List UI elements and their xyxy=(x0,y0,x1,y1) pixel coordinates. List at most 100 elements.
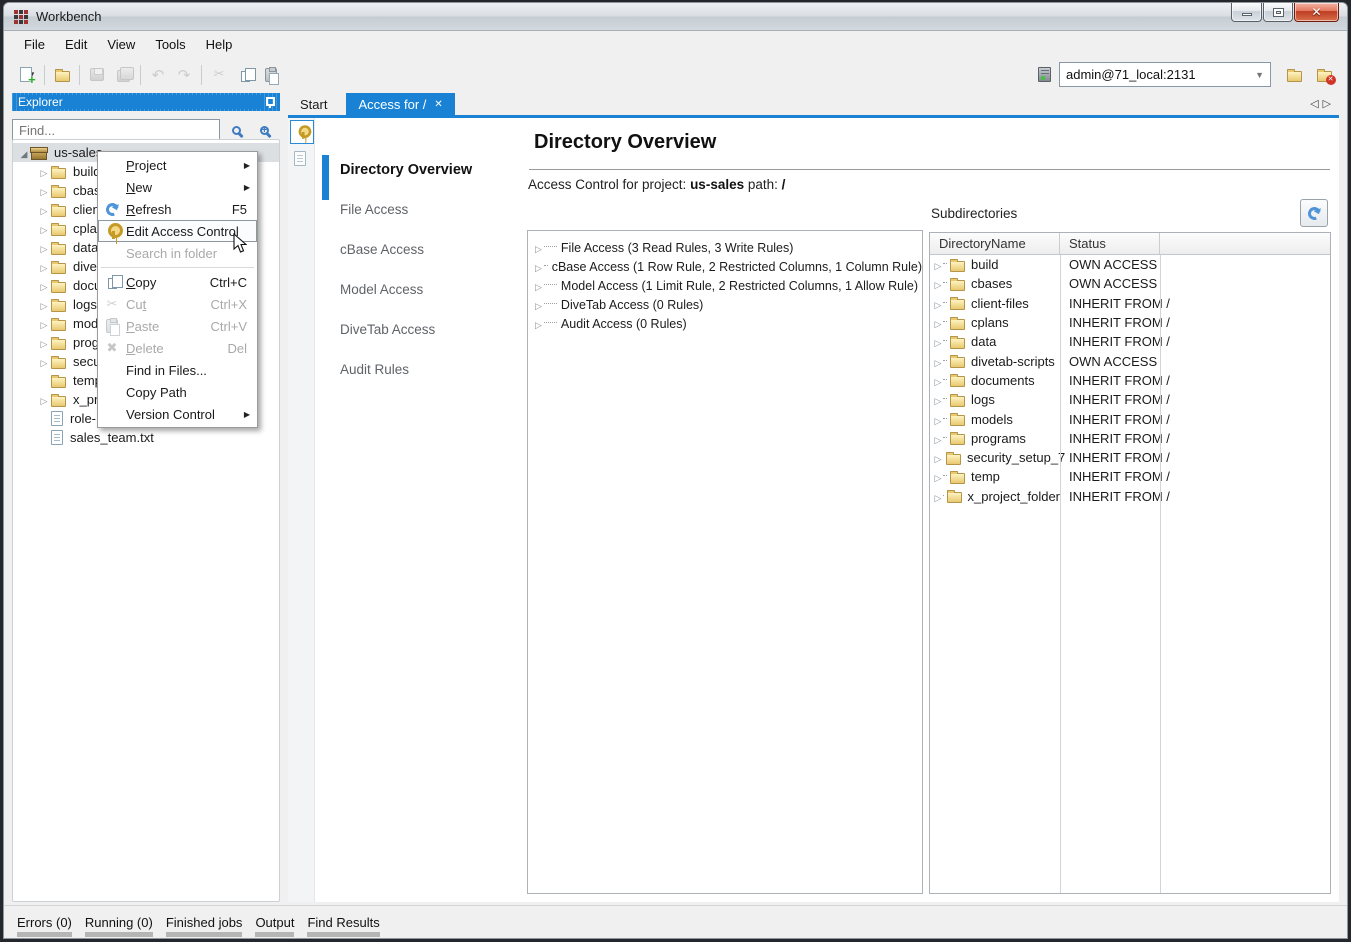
column-header-directoryname[interactable]: DirectoryName xyxy=(930,233,1060,254)
table-row-documents[interactable]: documentsINHERIT FROM / xyxy=(930,371,1330,390)
table-row-data[interactable]: dataINHERIT FROM / xyxy=(930,332,1330,351)
table-row-x-project-folder[interactable]: x_project_folderINHERIT FROM / xyxy=(930,487,1330,506)
expander-collapsed-icon[interactable] xyxy=(37,183,51,198)
expander-collapsed-icon[interactable] xyxy=(37,202,51,217)
expander-collapsed-icon[interactable] xyxy=(933,296,943,311)
expander-collapsed-icon[interactable] xyxy=(535,279,542,293)
expander-collapsed-icon[interactable] xyxy=(933,469,943,484)
expander-collapsed-icon[interactable] xyxy=(37,316,51,331)
expander-collapsed-icon[interactable] xyxy=(535,317,542,331)
table-row-divetab-scripts[interactable]: divetab-scriptsOWN ACCESS xyxy=(930,351,1330,370)
tree-item-sales-team-txt[interactable]: sales_team.txt xyxy=(13,428,279,447)
close-button[interactable]: ✕ xyxy=(1294,3,1339,22)
status-tab-find-results[interactable]: Find Results xyxy=(307,915,379,938)
expander-collapsed-icon[interactable] xyxy=(37,221,51,236)
expander-collapsed-icon[interactable] xyxy=(535,298,542,312)
new-document-icon xyxy=(20,67,32,82)
menu-view[interactable]: View xyxy=(97,34,145,55)
status-tab-output[interactable]: Output xyxy=(255,915,294,938)
nav-item-cbase-access[interactable]: cBase Access xyxy=(340,242,424,257)
status-tab-finished-jobs[interactable]: Finished jobs xyxy=(166,915,243,938)
table-row-programs[interactable]: programsINHERIT FROM / xyxy=(930,429,1330,448)
table-row-build[interactable]: buildOWN ACCESS xyxy=(930,255,1330,274)
table-row-security-setup-7[interactable]: security_setup_7INHERIT FROM / xyxy=(930,448,1330,467)
context-menu-item-find-in-files[interactable]: Find in Files... xyxy=(98,359,257,381)
expander-collapsed-icon[interactable] xyxy=(37,297,51,312)
nav-item-audit-rules[interactable]: Audit Rules xyxy=(340,362,409,377)
expander-collapsed-icon[interactable] xyxy=(933,373,943,388)
nav-item-file-access[interactable]: File Access xyxy=(340,202,408,217)
status-tab-errors-0[interactable]: Errors (0) xyxy=(17,915,72,938)
expander-collapsed-icon[interactable] xyxy=(933,315,943,330)
tab-start[interactable]: Start xyxy=(288,93,339,115)
table-row-cplans[interactable]: cplansINHERIT FROM / xyxy=(930,313,1330,332)
chevron-down-icon[interactable]: ▼ xyxy=(1255,70,1264,80)
expander-collapsed-icon[interactable] xyxy=(37,278,51,293)
menu-file[interactable]: File xyxy=(14,34,55,55)
expander-collapsed-icon[interactable] xyxy=(933,257,943,272)
expander-collapsed-icon[interactable] xyxy=(37,354,51,369)
expander-collapsed-icon[interactable] xyxy=(37,164,51,179)
context-menu-item-copy[interactable]: CopyCtrl+C xyxy=(98,271,257,293)
context-menu-item-copy-path[interactable]: Copy Path xyxy=(98,381,257,403)
column-header-status[interactable]: Status xyxy=(1060,233,1160,254)
expander-collapsed-icon[interactable] xyxy=(933,450,943,465)
expander-collapsed-icon[interactable] xyxy=(535,260,542,274)
table-row-logs[interactable]: logsINHERIT FROM / xyxy=(930,390,1330,409)
title-bar[interactable]: Workbench ✕ xyxy=(4,3,1347,31)
context-menu-item-project[interactable]: Project▶ xyxy=(98,154,257,176)
connect-folder-button[interactable] xyxy=(1281,62,1307,88)
expander-collapsed-icon[interactable] xyxy=(37,240,51,255)
cut-button xyxy=(206,62,232,88)
minimize-button[interactable] xyxy=(1231,3,1262,22)
tab-scroll-arrows[interactable]: ◁▷ xyxy=(1310,97,1335,110)
rules-item-model-access[interactable]: Model Access (1 Limit Rule, 2 Restricted… xyxy=(535,276,922,295)
table-row-cbases[interactable]: cbasesOWN ACCESS xyxy=(930,274,1330,293)
table-row-temp[interactable]: tempINHERIT FROM / xyxy=(930,467,1330,486)
report-icon[interactable] xyxy=(294,151,306,166)
nav-item-directory-overview[interactable]: Directory Overview xyxy=(340,162,472,178)
rules-item-file-access[interactable]: File Access (3 Read Rules, 3 Write Rules… xyxy=(535,238,922,257)
rules-item-cbase-access[interactable]: cBase Access (1 Row Rule, 2 Restricted C… xyxy=(535,257,922,276)
new-document-button[interactable]: ▾ xyxy=(14,62,40,88)
expander-collapsed-icon[interactable] xyxy=(933,489,943,504)
context-menu-item-version-control[interactable]: Version Control▶ xyxy=(98,403,257,425)
open-folder-button[interactable] xyxy=(49,62,75,88)
maximize-button[interactable] xyxy=(1263,3,1293,22)
nav-item-divetab-access[interactable]: DiveTab Access xyxy=(340,322,435,337)
expander-collapsed-icon[interactable] xyxy=(37,392,51,407)
paste-button[interactable] xyxy=(258,62,284,88)
menu-help[interactable]: Help xyxy=(196,34,243,55)
close-tab-icon[interactable]: ✕ xyxy=(434,99,442,110)
pin-icon[interactable] xyxy=(264,96,274,109)
status-tab-running-0[interactable]: Running (0) xyxy=(85,915,153,938)
expander-collapsed-icon[interactable] xyxy=(933,276,943,291)
expander-collapsed-icon[interactable] xyxy=(933,354,943,369)
refresh-subdirectories-button[interactable] xyxy=(1300,199,1328,227)
tab-access-for[interactable]: Access for /✕ xyxy=(346,93,454,115)
expander-collapsed-icon[interactable] xyxy=(535,241,542,255)
access-control-tool-button[interactable] xyxy=(290,120,314,144)
expander-collapsed-icon[interactable] xyxy=(933,392,943,407)
menu-edit[interactable]: Edit xyxy=(55,34,97,55)
context-menu-item-new[interactable]: New▶ xyxy=(98,176,257,198)
copy-button[interactable] xyxy=(232,62,258,88)
context-menu-item-refresh[interactable]: RefreshF5 xyxy=(98,198,257,220)
table-row-models[interactable]: modelsINHERIT FROM / xyxy=(930,409,1330,428)
table-row-client-files[interactable]: client-filesINHERIT FROM / xyxy=(930,294,1330,313)
expander-collapsed-icon[interactable] xyxy=(933,334,943,349)
expander-collapsed-icon[interactable] xyxy=(37,259,51,274)
menu-tools[interactable]: Tools xyxy=(145,34,195,55)
expander-collapsed-icon[interactable] xyxy=(933,412,943,427)
find-input[interactable] xyxy=(12,119,220,141)
expander-collapsed-icon[interactable] xyxy=(933,431,943,446)
nav-item-model-access[interactable]: Model Access xyxy=(340,282,423,297)
expander-expanded-icon[interactable] xyxy=(17,145,31,160)
rules-item-audit-access[interactable]: Audit Access (0 Rules) xyxy=(535,314,922,333)
column-header-empty[interactable] xyxy=(1160,233,1330,254)
connection-combobox[interactable]: admin@71_local:2131 ▼ xyxy=(1059,62,1271,87)
rules-item-divetab-access[interactable]: DiveTab Access (0 Rules) xyxy=(535,295,922,314)
expander-collapsed-icon[interactable] xyxy=(37,335,51,350)
context-menu-item-label: Find in Files... xyxy=(126,363,257,378)
disconnect-folder-button[interactable] xyxy=(1311,62,1337,88)
